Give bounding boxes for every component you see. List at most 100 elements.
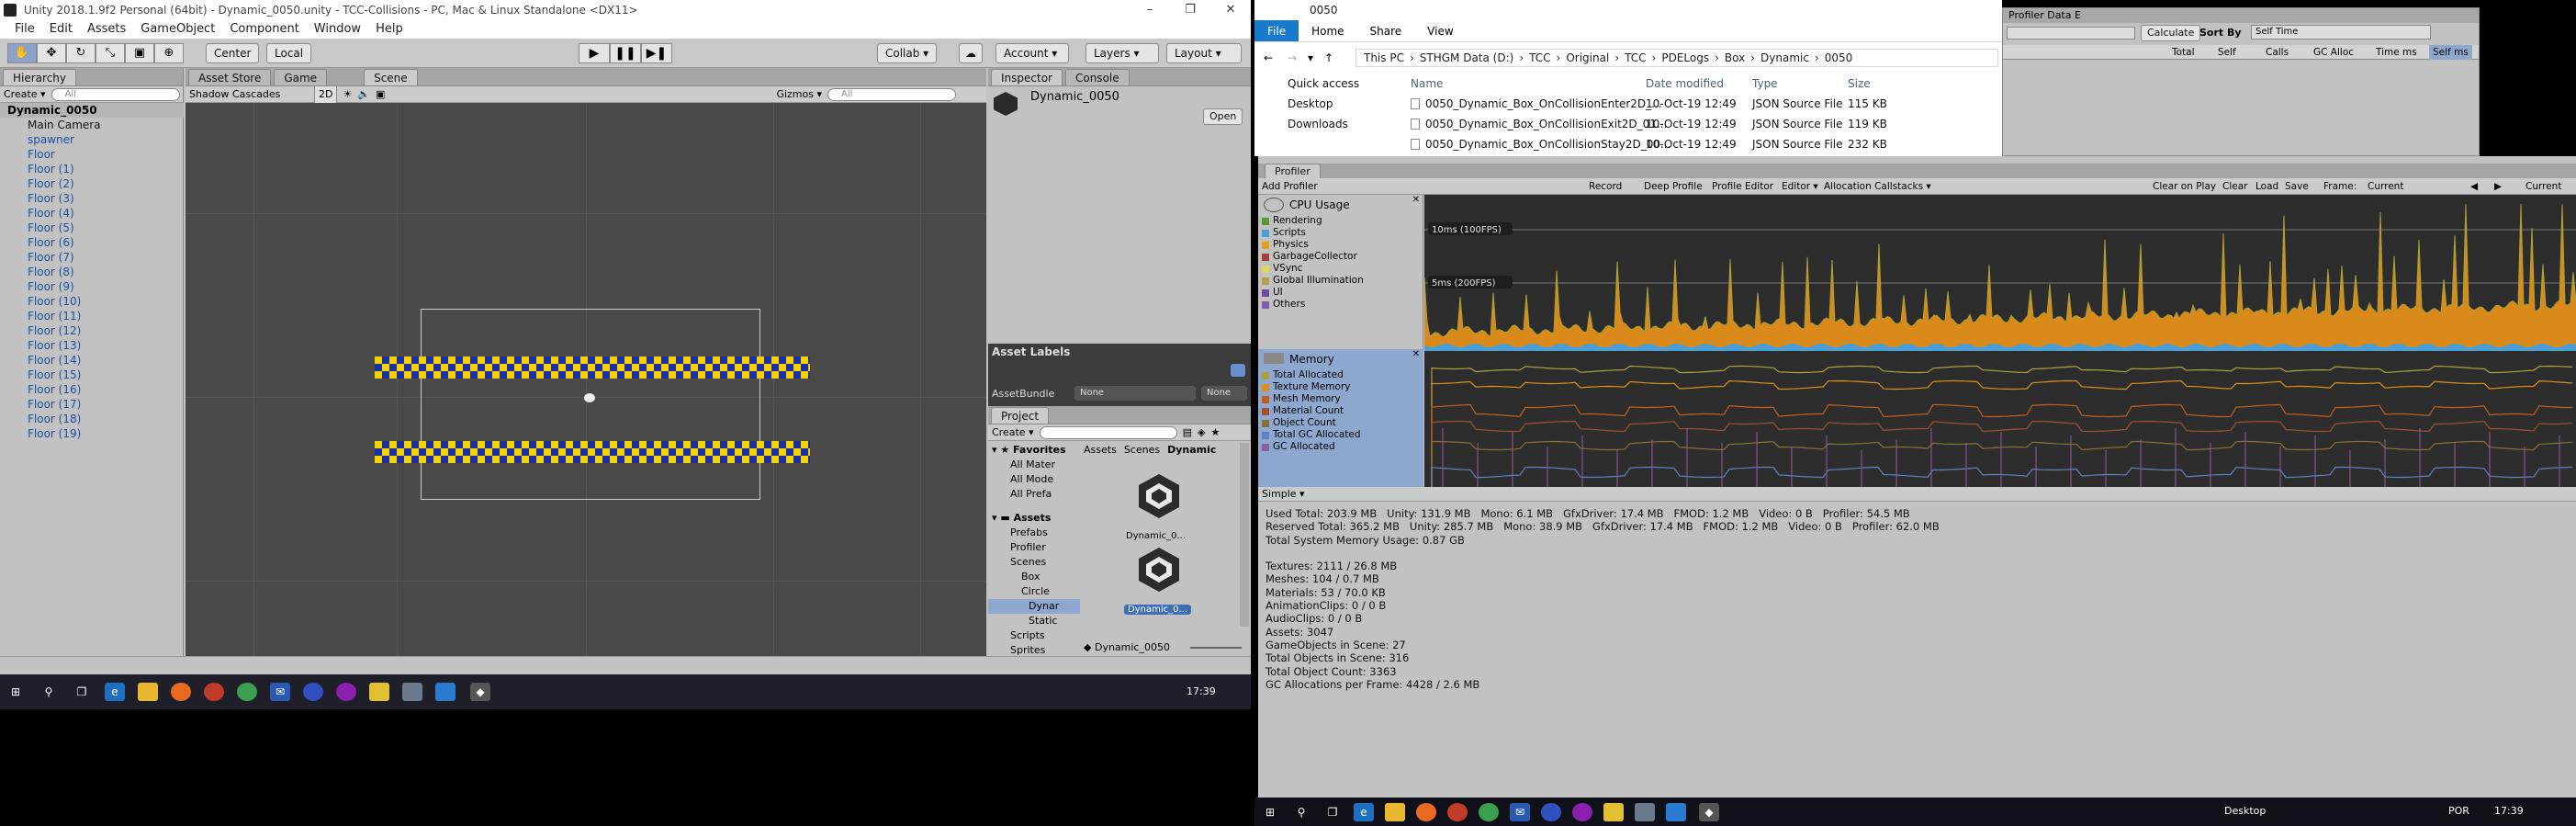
open-button[interactable]: Open: [1203, 108, 1243, 125]
sticky-notes-icon[interactable]: [369, 683, 389, 701]
view-mode-dropdown[interactable]: Simple ▾: [1258, 487, 2576, 502]
hierarchy-item[interactable]: Floor (8): [0, 265, 184, 279]
legend-item[interactable]: Texture Memory: [1258, 381, 1423, 393]
forward-arrow-icon[interactable]: →: [1288, 46, 1297, 70]
audio-icon[interactable]: 🔈: [357, 86, 370, 103]
favorite-item[interactable]: All Prefa: [988, 487, 1080, 502]
project-search-input[interactable]: [1039, 425, 1177, 439]
folder-item[interactable]: Scripts: [988, 628, 1080, 643]
back-arrow-icon[interactable]: ←: [1264, 46, 1273, 70]
folder-item[interactable]: Box: [988, 570, 1080, 584]
maximize-icon[interactable]: ❐: [1170, 0, 1210, 20]
star-icon[interactable]: ★: [1210, 424, 1220, 441]
menu-edit[interactable]: Edit: [42, 20, 80, 39]
load-button[interactable]: Load: [2255, 178, 2278, 195]
up-arrow-icon[interactable]: ↑: [1324, 46, 1333, 70]
address-segment[interactable]: This PC: [1364, 50, 1404, 66]
folder-item[interactable]: Scenes: [988, 555, 1080, 570]
sort-by-dropdown[interactable]: Self Time: [2251, 25, 2431, 40]
windows-start-icon[interactable]: ⊞: [1260, 803, 1280, 821]
app-icon[interactable]: [1572, 803, 1592, 821]
col-calls[interactable]: Calls: [2266, 45, 2289, 60]
shading-mode-dropdown[interactable]: Shadow Cascades: [189, 86, 309, 103]
language-indicator[interactable]: POR: [2448, 805, 2469, 817]
hierarchy-item[interactable]: Floor: [0, 147, 184, 162]
vscode-icon[interactable]: [1666, 803, 1686, 821]
folder-item[interactable]: Profiler: [988, 540, 1080, 555]
taskbar-clock[interactable]: 17:39: [2494, 805, 2524, 817]
layout-dropdown[interactable]: Layout ▾: [1166, 43, 1242, 63]
tab-console[interactable]: Console: [1064, 69, 1130, 85]
legend-item[interactable]: GarbageCollector: [1258, 251, 1423, 263]
cpu-usage-title[interactable]: CPU Usage: [1258, 195, 1423, 215]
ribbon-tab-file[interactable]: File: [1254, 20, 1299, 41]
tab-inspector[interactable]: Inspector: [991, 69, 1063, 85]
hierarchy-item[interactable]: Floor (3): [0, 191, 184, 206]
file-explorer-icon[interactable]: [138, 683, 158, 701]
folder-item[interactable]: Static: [988, 614, 1080, 628]
column-type[interactable]: Type: [1752, 74, 1778, 94]
prev-frame-icon[interactable]: ◀: [2470, 178, 2478, 195]
tab-hierarchy[interactable]: Hierarchy: [3, 69, 77, 85]
pause-icon[interactable]: ❚❚: [610, 43, 641, 63]
hierarchy-item[interactable]: Floor (10): [0, 294, 184, 309]
rotate-tool-icon[interactable]: ↻: [66, 43, 96, 63]
unity-taskbar-icon[interactable]: ◆: [1699, 803, 1719, 821]
legend-item[interactable]: Mesh Memory: [1258, 393, 1423, 405]
editor-dropdown[interactable]: Editor ▾: [1782, 178, 1818, 195]
task-view-icon[interactable]: ❐: [1322, 803, 1343, 821]
app-icon[interactable]: [336, 683, 356, 701]
hierarchy-search-input[interactable]: All: [51, 87, 180, 101]
breadcrumb-item[interactable]: Scenes: [1124, 443, 1160, 458]
nav-quick-access[interactable]: Quick access: [1254, 74, 1392, 94]
firefox-icon[interactable]: [1416, 803, 1436, 821]
opera-icon[interactable]: [1447, 803, 1468, 821]
gizmos-dropdown[interactable]: Gizmos ▾: [776, 86, 822, 103]
2d-toggle[interactable]: 2D: [314, 85, 338, 104]
memory-graph[interactable]: [1424, 351, 2576, 487]
cloud-icon[interactable]: ☁: [959, 43, 983, 63]
address-segment[interactable]: Original: [1566, 50, 1609, 66]
floor-sprite-bottom[interactable]: [375, 441, 810, 463]
project-create-button[interactable]: Create ▾: [992, 424, 1034, 441]
hierarchy-item[interactable]: Floor (13): [0, 338, 184, 353]
unity-scene-file-icon[interactable]: [1133, 470, 1185, 522]
legend-item[interactable]: Object Count: [1258, 417, 1423, 429]
dynamic-box-sprite[interactable]: [584, 393, 595, 402]
assets-heading[interactable]: ▾ ▬ Assets: [988, 511, 1080, 526]
hierarchy-item[interactable]: Floor (18): [0, 412, 184, 426]
filter-type-icon[interactable]: ▤: [1183, 424, 1192, 441]
folder-item[interactable]: Circle: [988, 584, 1080, 599]
layers-dropdown[interactable]: Layers ▾: [1086, 43, 1159, 63]
deep-profile-toggle[interactable]: Deep Profile: [1644, 178, 1703, 195]
hierarchy-item[interactable]: Floor (9): [0, 279, 184, 294]
legend-item[interactable]: Others: [1258, 299, 1423, 311]
collab-button[interactable]: Collab ▾: [877, 43, 938, 63]
play-icon[interactable]: ▶: [579, 43, 610, 63]
save-button[interactable]: Save: [2285, 178, 2309, 195]
menu-component[interactable]: Component: [222, 20, 306, 39]
app-icon[interactable]: [1635, 803, 1655, 821]
add-profiler-dropdown[interactable]: Add Profiler: [1262, 178, 1318, 195]
file-explorer-icon[interactable]: [1385, 803, 1405, 821]
tab-project[interactable]: Project: [991, 407, 1050, 424]
hierarchy-create-button[interactable]: Create ▾: [4, 86, 46, 103]
ribbon-tab-view[interactable]: View: [1414, 20, 1466, 41]
project-file-label[interactable]: Dynamic_0...: [1126, 531, 1186, 541]
col-self[interactable]: Self: [2218, 45, 2236, 60]
recent-locations-icon[interactable]: ▾: [1308, 46, 1313, 70]
scene-root[interactable]: Dynamic_0050: [0, 103, 184, 118]
menu-help[interactable]: Help: [368, 20, 411, 39]
opera-icon[interactable]: [204, 683, 224, 701]
unity-taskbar-icon[interactable]: ◆: [470, 683, 490, 701]
step-icon[interactable]: ▶❚: [641, 43, 672, 63]
floor-sprite-top[interactable]: [375, 356, 810, 379]
edge-icon[interactable]: e: [1354, 803, 1374, 821]
column-date[interactable]: Date modified: [1646, 74, 1724, 94]
hierarchy-item[interactable]: Floor (17): [0, 397, 184, 412]
transform-tool-icon[interactable]: ⊕: [154, 43, 184, 63]
cpu-usage-graph[interactable]: 10ms (100FPS) 5ms (200FPS): [1424, 195, 2576, 351]
close-icon[interactable]: ✕: [1412, 195, 1420, 205]
legend-item[interactable]: Total GC Allocated: [1258, 429, 1423, 441]
scene-viewport[interactable]: [186, 103, 986, 656]
